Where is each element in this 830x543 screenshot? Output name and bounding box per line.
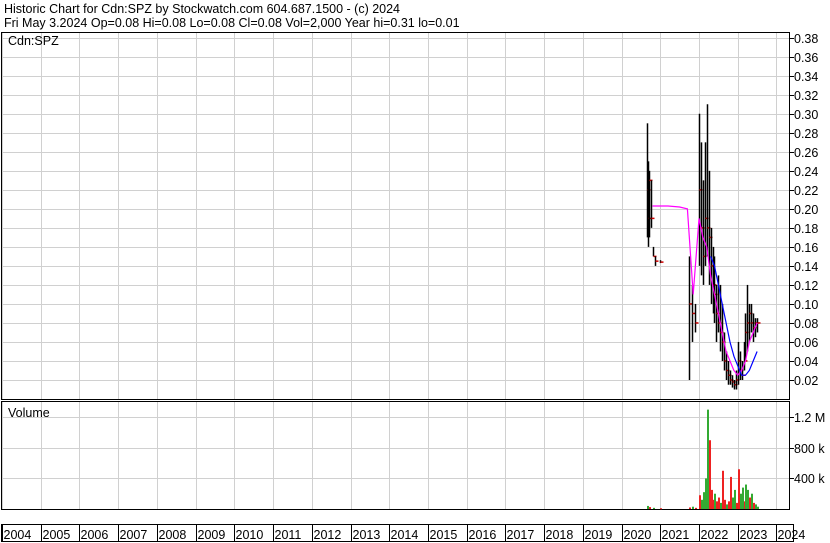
volume-bar	[647, 505, 649, 509]
price-y-tick-label: 0.22	[794, 184, 818, 198]
year-tick-label: 2023	[740, 528, 768, 542]
year-tick-label: 2014	[391, 528, 419, 542]
volume-y-tick-label: 400 k	[794, 472, 825, 486]
price-y-tick-label: 0.30	[794, 108, 818, 122]
year-axis: 2004 2005 2006 2007 2008 2009 2010 2011 2012 2013…	[2, 525, 806, 542]
price-y-tick-label: 0.20	[794, 203, 818, 217]
volume-bar	[757, 506, 759, 509]
volume-bar	[728, 501, 730, 509]
price-y-tick-label: 0.12	[794, 279, 818, 293]
volume-bar	[695, 507, 697, 509]
volume-bar	[709, 440, 711, 509]
year-tick-label: 2010	[236, 528, 264, 542]
price-y-tick-label: 0.14	[794, 260, 818, 274]
volume-bar	[649, 507, 651, 509]
volume-bar	[720, 502, 722, 509]
volume-y-tick-label: 1.2 M	[794, 411, 825, 425]
volume-bar	[701, 499, 703, 509]
volume-bar	[751, 493, 753, 509]
year-tick-label: 2017	[507, 528, 535, 542]
price-y-tick-label: 0.38	[794, 32, 818, 46]
volume-grid	[2, 402, 790, 509]
year-tick-label: 2021	[662, 528, 690, 542]
volume-bar	[747, 489, 749, 509]
volume-bar	[736, 502, 738, 509]
volume-bar	[755, 504, 757, 509]
chart-header-line1: Historic Chart for Cdn:SPZ by Stockwatch…	[4, 2, 400, 16]
price-y-axis: 0.02 0.04 0.06 0.08 0.10 0.12 0.14 0.16 0.18 0.20…	[790, 32, 818, 388]
year-tick-label: 2015	[430, 528, 458, 542]
volume-bar	[705, 478, 707, 509]
volume-bar	[732, 497, 734, 509]
volume-bars	[647, 409, 759, 510]
volume-bar	[734, 489, 736, 509]
price-y-tick-label: 0.36	[794, 51, 818, 65]
year-tick-label: 2011	[275, 528, 302, 542]
price-y-tick-label: 0.04	[794, 355, 818, 369]
volume-bar	[716, 501, 718, 509]
year-tick-label: 2013	[353, 528, 381, 542]
volume-bar	[742, 487, 744, 509]
year-tick-label: 2009	[198, 528, 226, 542]
year-tick-label: 2006	[81, 528, 109, 542]
year-tick-label: 2016	[469, 528, 497, 542]
year-tick-label: 2008	[159, 528, 187, 542]
volume-bar	[730, 476, 732, 509]
volume-bar	[745, 484, 747, 509]
year-tick-label: 2022	[701, 528, 729, 542]
chart-header-line2: Fri May 3.2024 Op=0.08 Hi=0.08 Lo=0.08 C…	[4, 16, 460, 30]
volume-bar	[740, 493, 742, 509]
price-panel-frame	[1, 32, 790, 400]
price-y-tick-label: 0.06	[794, 336, 818, 350]
year-tick-label: 2019	[585, 528, 613, 542]
price-y-tick-label: 0.16	[794, 241, 818, 255]
volume-bar	[699, 495, 701, 509]
price-y-tick-label: 0.24	[794, 165, 818, 179]
volume-bar	[714, 493, 716, 509]
price-y-tick-label: 0.34	[794, 70, 818, 84]
price-y-tick-label: 0.18	[794, 222, 818, 236]
year-tick-label: 2005	[43, 528, 71, 542]
volume-y-tick-label: 800 k	[794, 442, 825, 456]
stock-chart: Historic Chart for Cdn:SPZ by Stockwatch…	[0, 0, 830, 543]
volume-bar	[689, 507, 691, 509]
volume-bar	[749, 497, 751, 509]
price-bars	[646, 104, 761, 390]
price-y-tick-label: 0.02	[794, 374, 818, 388]
volume-bar	[711, 489, 713, 509]
year-tick-label: 2018	[546, 528, 574, 542]
volume-bar	[707, 409, 709, 509]
volume-bar	[703, 492, 705, 509]
volume-bar	[722, 470, 724, 509]
volume-y-axis: 400 k 800 k 1.2 M	[790, 411, 825, 486]
volume-bar	[718, 497, 720, 509]
year-tick-label: 2012	[314, 528, 342, 542]
price-panel-title: Cdn:SPZ	[8, 34, 59, 48]
price-y-tick-label: 0.26	[794, 146, 818, 160]
volume-bar	[753, 502, 755, 509]
price-y-tick-label: 0.32	[794, 89, 818, 103]
year-tick-label: 2024	[778, 528, 806, 542]
price-y-tick-label: 0.10	[794, 298, 818, 312]
price-grid	[2, 33, 790, 399]
volume-bar	[726, 504, 728, 509]
volume-panel-title: Volume	[8, 406, 50, 420]
year-tick-label: 2004	[4, 528, 32, 542]
volume-bar	[660, 508, 662, 510]
chart-canvas: Historic Chart for Cdn:SPZ by Stockwatch…	[1, 2, 825, 542]
volume-bar	[692, 506, 694, 509]
volume-bar	[738, 469, 740, 509]
price-y-tick-label: 0.28	[794, 127, 818, 141]
year-tick-label: 2020	[624, 528, 652, 542]
year-tick-label: 2007	[120, 528, 148, 542]
price-y-tick-label: 0.08	[794, 317, 818, 331]
volume-bar	[653, 507, 655, 509]
volume-bar	[724, 499, 726, 509]
